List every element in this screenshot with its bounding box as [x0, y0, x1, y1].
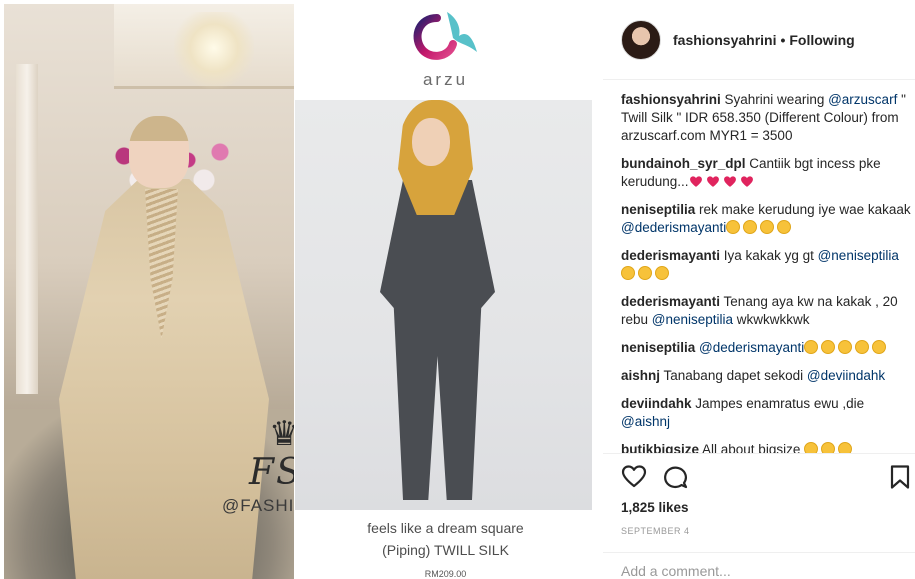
mention-link[interactable]: @dederismayanti: [699, 340, 804, 355]
product-model: [295, 100, 592, 510]
comment-item: dederismayanti Iya kakak yg gt @nenisept…: [621, 247, 911, 283]
model-head: [129, 116, 189, 188]
emoji-icon: [655, 266, 669, 280]
action-bar: [621, 464, 911, 494]
heart-emoji-icon: [689, 176, 702, 187]
mention-link[interactable]: @neniseptilia: [652, 312, 733, 327]
photo-product: arzu feels like a dream square (Piping) …: [294, 0, 597, 579]
product-caption-line2: (Piping) TWILL SILK: [382, 542, 509, 558]
comment-text: Jampes enamratus ewu ,die: [691, 396, 865, 411]
emoji-icon: [872, 340, 887, 354]
emoji-icon: [743, 220, 758, 234]
comment-text: rek make kerudung iye wae kakaak: [695, 202, 911, 217]
emoji-icon: [821, 442, 836, 453]
product-price: RM209.00: [424, 569, 467, 579]
heart-emoji-icon: [740, 176, 753, 187]
comment-username[interactable]: dederismayanti: [621, 294, 720, 309]
comment-text: All about bigsize: [699, 442, 805, 453]
pillar: [16, 64, 38, 394]
emoji-icon: [760, 220, 775, 234]
model-face: [412, 118, 450, 166]
emoji-icon: [838, 340, 853, 354]
emoji-icon: [621, 266, 635, 280]
like-count[interactable]: 1,825 likes: [621, 500, 689, 515]
watermark-initials: FSYR: [249, 452, 294, 493]
comment-item: fashionsyahrini Syahrini wearing @arzusc…: [621, 91, 911, 145]
heart-emoji-icon: [723, 176, 736, 187]
emoji-icon: [777, 220, 792, 234]
emoji-icon: [638, 266, 652, 280]
bookmark-icon[interactable]: [887, 464, 913, 490]
comment-username[interactable]: bundainoh_syr_dpl: [621, 156, 746, 171]
comment-text: Tanabang dapet sekodi: [660, 368, 807, 383]
emoji-icon: [726, 220, 741, 234]
comments-list: fashionsyahrini Syahrini wearing @arzusc…: [621, 91, 911, 453]
chandelier: [174, 12, 254, 92]
crown-icon: ♛: [269, 414, 294, 454]
emoji-icon: [855, 340, 870, 354]
comment-username[interactable]: fashionsyahrini: [621, 92, 721, 107]
avatar[interactable]: [621, 19, 661, 60]
comment-item: butikbigsize All about bigsize: [621, 441, 911, 453]
comment-text: wkwkwkkwk: [733, 312, 810, 327]
comment-username[interactable]: deviindahk: [621, 396, 692, 411]
header-username[interactable]: fashionsyahrini: [673, 32, 776, 48]
product-caption-line1: feels like a dream square: [367, 520, 524, 536]
suit: [380, 180, 495, 500]
arzu-logo-icon: [413, 12, 477, 60]
post-side-panel: fashionsyahrini • Following fashionsyahr…: [603, 0, 915, 579]
mention-link[interactable]: @deviindahk: [807, 368, 885, 383]
comment-item: bundainoh_syr_dpl Cantiik bgt incess pke…: [621, 155, 911, 191]
watermark-handle: @FASHIONSYAHRINI: [222, 496, 294, 515]
comment-icon[interactable]: [662, 464, 688, 490]
comment-username[interactable]: aishnj: [621, 368, 660, 383]
mention-link[interactable]: @neniseptilia: [818, 248, 899, 263]
header-separator: •: [780, 31, 786, 48]
photo-syahrini: ♛ FSYR @FASHIONSYAHRINI: [4, 4, 294, 579]
comment-username[interactable]: neniseptilia: [621, 340, 695, 355]
post-date[interactable]: SEPTEMBER 4: [621, 526, 690, 536]
emoji-icon: [804, 340, 819, 354]
emoji-icon: [821, 340, 836, 354]
post-header: fashionsyahrini • Following: [603, 0, 915, 80]
comment-item: dederismayanti Tenang aya kw na kakak , …: [621, 293, 911, 329]
mention-link[interactable]: @dederismayanti: [621, 220, 726, 235]
comment-username[interactable]: neniseptilia: [621, 202, 695, 217]
add-comment-input[interactable]: [621, 563, 901, 579]
divider: [603, 552, 915, 553]
mention-link[interactable]: @aishnj: [621, 414, 670, 429]
comment-text: Iya kakak yg gt: [720, 248, 818, 263]
emoji-icon: [804, 442, 819, 453]
comment-username[interactable]: butikbigsize: [621, 442, 699, 453]
post-image[interactable]: ♛ FSYR @FASHIONSYAHRINI arzu feels like …: [0, 0, 603, 579]
heart-emoji-icon: [706, 176, 719, 187]
comment-item: neniseptilia @dederismayanti: [621, 339, 911, 357]
comment-username[interactable]: dederismayanti: [621, 248, 720, 263]
following-button[interactable]: Following: [789, 32, 854, 48]
emoji-icon: [838, 442, 853, 453]
comment-item: aishnj Tanabang dapet sekodi @deviindahk: [621, 367, 911, 385]
heart-icon[interactable]: [621, 464, 647, 490]
comment-item: neniseptilia rek make kerudung iye wae k…: [621, 201, 911, 237]
brand-name: arzu: [422, 70, 469, 89]
comment-text: Syahrini wearing: [720, 92, 829, 107]
divider: [603, 453, 915, 454]
comment-item: deviindahk Jampes enamratus ewu ,die @ai…: [621, 395, 911, 431]
mention-link[interactable]: @arzuscarf: [828, 92, 897, 107]
